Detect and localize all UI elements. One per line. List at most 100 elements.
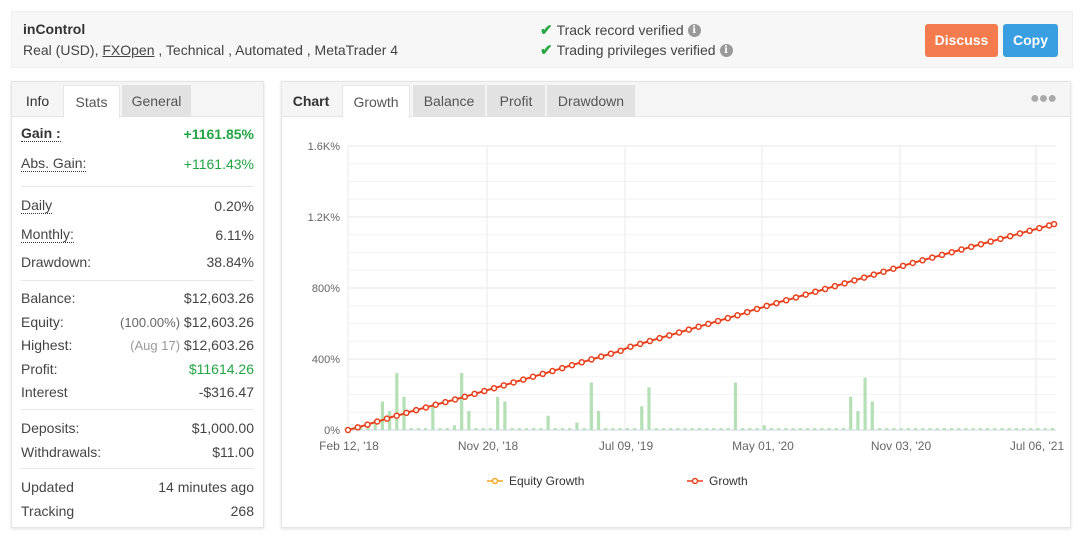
growth-point — [344, 426, 352, 434]
growth-point — [831, 282, 839, 290]
tab-chart[interactable]: Chart — [282, 85, 340, 117]
profit-bar — [1029, 428, 1033, 430]
growth-point — [763, 302, 770, 310]
profit-bar — [503, 401, 507, 430]
stat-value: -$316.47 — [198, 384, 254, 400]
stat-label[interactable]: Monthly: — [21, 227, 74, 243]
stat-label: Withdrawals: — [21, 444, 102, 460]
legend-symbol-marker — [691, 477, 699, 485]
profit-bar — [791, 428, 795, 430]
profit-bar — [1021, 428, 1026, 430]
growth-point — [929, 254, 936, 261]
info-icon[interactable]: i — [687, 23, 701, 37]
growth-point — [500, 382, 508, 389]
y-tick-label: 400% — [312, 354, 340, 366]
stat-label: Drawdown: — [21, 254, 92, 270]
growth-point — [481, 387, 488, 395]
tab-drawdown[interactable]: Drawdown — [547, 85, 635, 117]
growth-point — [675, 329, 683, 336]
growth-point — [578, 359, 585, 366]
x-tick-label: Nov 20, '18 — [458, 439, 519, 453]
stat-drawdown: Drawdown: 38.84% — [21, 252, 254, 272]
profit-bar — [971, 428, 975, 430]
stat-label[interactable]: Daily — [21, 198, 53, 214]
stat-profit: Profit: $11614.26 — [21, 359, 254, 379]
stat-label[interactable]: Gain : — [21, 126, 61, 142]
growth-point — [860, 274, 868, 281]
profit-bar — [676, 428, 680, 430]
stat-label: Interest — [21, 384, 68, 400]
check-icon: ✔ — [540, 42, 553, 59]
profit-bar — [532, 428, 536, 430]
profit-bar — [488, 428, 493, 430]
discuss-button[interactable]: Discuss — [925, 24, 998, 57]
profit-bar — [647, 387, 651, 430]
stats-tabs: Info Stats General — [12, 82, 263, 118]
profit-bar — [856, 411, 860, 430]
stat-value: 38.84% — [206, 254, 254, 270]
tab-balance[interactable]: Balance — [413, 85, 485, 117]
growth-point — [851, 277, 858, 284]
stat-label: Balance: — [21, 290, 76, 306]
check-icon: ✔ — [540, 22, 553, 39]
profit-bar — [748, 428, 752, 430]
growth-point — [617, 347, 624, 355]
profit-bar — [928, 428, 932, 430]
profit-bar — [769, 428, 774, 430]
profit-bar — [524, 428, 529, 430]
profit-bar — [762, 425, 766, 430]
profit-bar — [957, 428, 961, 430]
divider — [21, 186, 254, 187]
trading-privileges-verified: ✔ Trading privileges verified i — [540, 41, 733, 59]
chart-legend: Equity Growth Growth — [487, 474, 748, 488]
profit-bar — [733, 382, 738, 430]
verification-label: Track record verified — [556, 22, 684, 38]
growth-point — [1050, 220, 1058, 228]
profit-bar — [921, 428, 925, 430]
profit-bar — [582, 428, 586, 430]
stat-value: 268 — [230, 503, 254, 519]
profit-bar — [863, 377, 867, 430]
stat-value: $12,603.26 — [183, 314, 254, 330]
growth-point — [636, 340, 644, 348]
growth-point — [753, 305, 761, 313]
y-tick-label: 800% — [312, 283, 340, 295]
y-tick-label: 1.2K% — [308, 212, 341, 224]
profit-bar — [618, 428, 622, 430]
broker-link[interactable]: FXOpen — [102, 42, 154, 58]
growth-point — [948, 248, 956, 256]
profit-bar — [1007, 428, 1011, 430]
chart-grid — [347, 145, 1056, 431]
stat-label[interactable]: Abs. Gain: — [21, 156, 87, 172]
y-tick-label: 0% — [324, 425, 340, 437]
growth-point — [909, 259, 917, 267]
x-tick-label: Jul 06, '21 — [1010, 439, 1065, 453]
growth-point — [471, 390, 478, 398]
tab-general[interactable]: General — [122, 85, 191, 117]
stat-value: $12,603.26 — [183, 290, 254, 306]
tab-growth[interactable]: Growth — [342, 85, 410, 118]
growth-point — [666, 332, 673, 339]
stat-value: $11.00 — [212, 444, 254, 460]
account-tags: , Technical , Automated , MetaTrader 4 — [154, 42, 399, 58]
growth-point — [967, 243, 975, 251]
ellipsis-icon[interactable]: ●●● — [1030, 90, 1057, 108]
tab-info[interactable]: Info — [12, 85, 63, 117]
profit-bar — [877, 428, 882, 430]
stat-label: Tracking — [21, 503, 75, 519]
info-icon[interactable]: i — [719, 43, 733, 57]
profit-bar — [481, 428, 485, 430]
x-tick-label: Nov 03, '20 — [871, 439, 932, 453]
stat-value: 0.20% — [214, 198, 254, 214]
growth-point — [870, 271, 878, 278]
account-title: inControl — [23, 21, 86, 37]
stat-balance: Balance: $12,603.26 — [21, 288, 254, 308]
tab-profit[interactable]: Profit — [487, 85, 545, 117]
equity-percent: (100.00%) — [120, 315, 181, 330]
profit-bar — [755, 428, 759, 430]
copy-button[interactable]: Copy — [1003, 24, 1058, 57]
growth-point — [461, 393, 469, 401]
profit-bar — [452, 425, 457, 430]
tab-stats[interactable]: Stats — [63, 85, 120, 118]
profit-bar — [560, 428, 565, 430]
